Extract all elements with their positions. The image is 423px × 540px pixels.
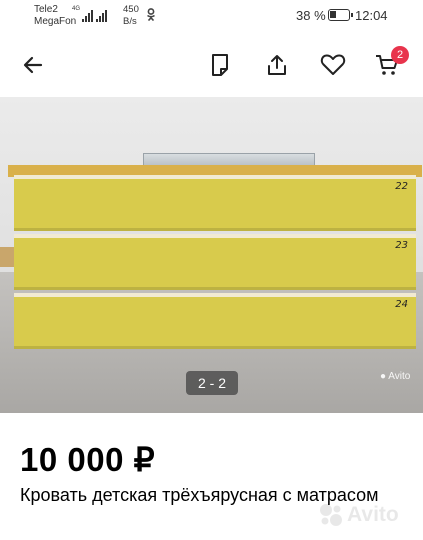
clock: 12:04 [355, 8, 388, 23]
note-button[interactable] [205, 50, 235, 80]
listing-price: 10 000 ₽ [20, 441, 156, 478]
battery-icon [328, 9, 353, 21]
back-button[interactable] [18, 50, 48, 80]
cart-count-badge: 2 [391, 46, 409, 64]
bed-drawer: 23 [14, 234, 416, 290]
carrier-1: Tele2 [34, 4, 58, 15]
bed-drawer: 24 [14, 293, 416, 349]
photo-gallery[interactable]: 22 23 24 2 - 2 ● Avito [0, 97, 423, 413]
avito-watermark: Avito [318, 502, 399, 528]
bed-drawer: 22 [14, 175, 416, 231]
favorite-button[interactable] [318, 50, 348, 80]
drawer-label: 24 [395, 299, 408, 310]
drawer-label: 23 [395, 240, 408, 251]
carrier-2: MegaFon [34, 16, 77, 27]
network-speed: 450 B/s [123, 4, 139, 27]
status-bar: Tele2 MegaFon 4G 450 B/s 38 % 12:04 [0, 0, 423, 32]
battery-fill [330, 11, 337, 18]
app-header [0, 36, 423, 94]
photo-counter: 2 - 2 [186, 371, 238, 395]
network-type: 4G [72, 6, 81, 12]
avito-logo-icon [320, 504, 342, 526]
ok-notification-icon [146, 8, 156, 23]
signal-icon [96, 8, 107, 22]
share-icon [268, 55, 286, 75]
carrier-names: Tele2 MegaFon [34, 4, 76, 28]
signal-icon [82, 8, 93, 22]
photo-watermark: ● Avito [380, 371, 411, 382]
arrow-left-icon [23, 56, 43, 74]
share-button[interactable] [262, 50, 292, 80]
note-icon [212, 54, 228, 76]
battery-percent: 38 % [296, 8, 326, 23]
heart-icon [320, 54, 346, 75]
drawer-label: 22 [395, 181, 408, 192]
